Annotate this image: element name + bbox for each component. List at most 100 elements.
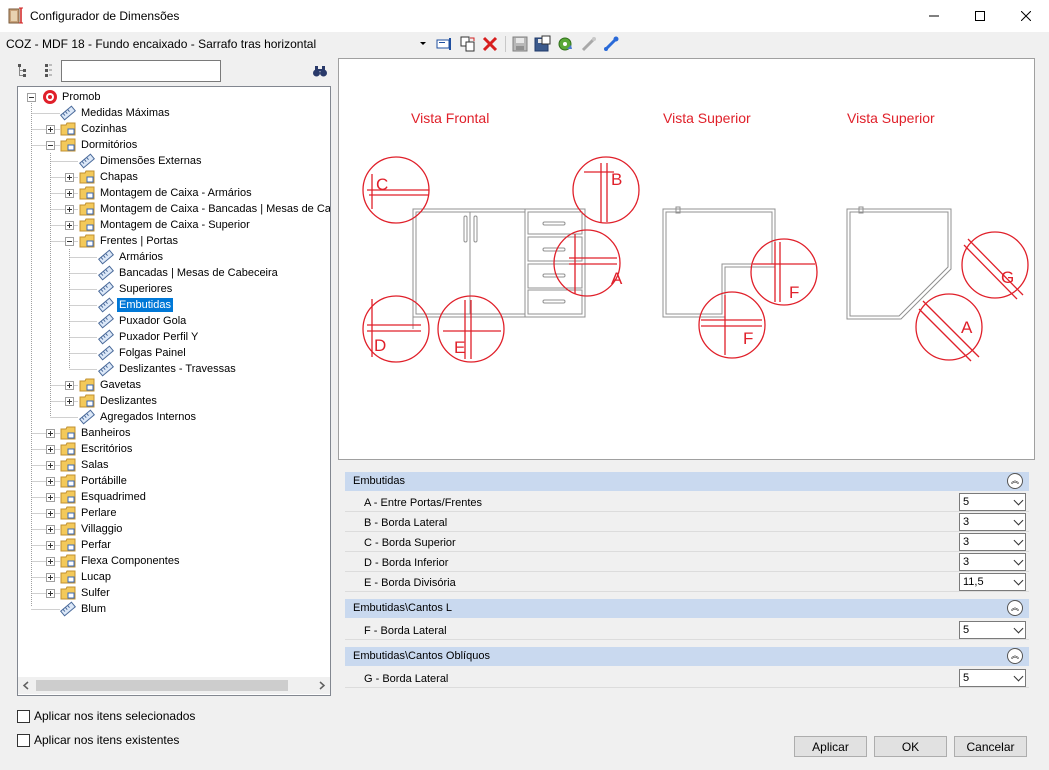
expand-toggle-icon[interactable] [46, 445, 55, 454]
expand-toggle-icon[interactable] [46, 557, 55, 566]
tree-item-medidas-maximas[interactable]: Medidas Máximas [18, 105, 328, 121]
config-select[interactable]: COZ - MDF 18 - Fundo encaixado - Sarrafo… [6, 37, 316, 51]
copy-icon[interactable] [459, 35, 477, 53]
tree-item-flexa-componentes[interactable]: Flexa Componentes [18, 553, 328, 569]
tree-item-cozinhas[interactable]: Cozinhas [18, 121, 328, 137]
tree-item-salas[interactable]: Salas [18, 457, 328, 473]
expand-toggle-icon[interactable] [46, 125, 55, 134]
chevron-left-icon[interactable] [22, 681, 30, 690]
tree-item-armarios[interactable]: Armários [18, 249, 328, 265]
expand-toggle-icon[interactable] [46, 429, 55, 438]
link-icon[interactable] [580, 35, 598, 53]
apply-selected-checkbox[interactable] [17, 710, 30, 723]
tree-item-esquadrimed[interactable]: Esquadrimed [18, 489, 328, 505]
tree-item-bancadas[interactable]: Bancadas | Mesas de Cabeceira [18, 265, 328, 281]
tree-item-escritorios[interactable]: Escritórios [18, 441, 328, 457]
save-icon[interactable] [511, 35, 529, 53]
collapse-toggle-icon[interactable] [27, 93, 36, 102]
chevron-down-icon[interactable] [1013, 575, 1024, 586]
expand-toggle-icon[interactable] [46, 589, 55, 598]
tree-item-montagem-armarios[interactable]: Montagem de Caixa - Armários [18, 185, 330, 201]
tree-item-lucap[interactable]: Lucap [18, 569, 328, 585]
tree-item-puxador-perfil-y[interactable]: Puxador Perfil Y [18, 329, 328, 345]
expand-toggle-icon[interactable] [46, 541, 55, 550]
expand-toggle-icon[interactable] [46, 461, 55, 470]
scrollbar-thumb[interactable] [36, 680, 288, 691]
category-embutidas[interactable]: Embutidas ︽ [345, 472, 1029, 491]
property-value-select[interactable]: 3 [959, 533, 1026, 551]
chevron-down-icon[interactable] [420, 42, 426, 45]
expand-toggle-icon[interactable] [46, 573, 55, 582]
tree-item-gavetas[interactable]: Gavetas [18, 377, 328, 393]
delete-icon[interactable] [481, 35, 499, 53]
chevron-right-icon[interactable] [318, 681, 326, 690]
close-button[interactable] [1003, 0, 1049, 31]
tree-item-folgas-painel[interactable]: Folgas Painel [18, 345, 328, 361]
tree-item-deslizantes[interactable]: Deslizantes [18, 393, 328, 409]
property-value-select[interactable]: 3 [959, 553, 1026, 571]
tree-item-banheiros[interactable]: Banheiros [18, 425, 328, 441]
tree-item-promob[interactable]: Promob [18, 89, 328, 105]
expand-toggle-icon[interactable] [65, 397, 74, 406]
tree-item-villaggio[interactable]: Villaggio [18, 521, 328, 537]
collapse-icon[interactable]: ︽ [1007, 648, 1023, 664]
tree-collapse-icon[interactable] [40, 63, 56, 79]
binoculars-icon[interactable] [312, 63, 328, 79]
expand-toggle-icon[interactable] [65, 205, 74, 214]
expand-toggle-icon[interactable] [65, 221, 74, 230]
category-cantos-obliquos[interactable]: Embutidas\Cantos Oblíquos ︽ [345, 647, 1029, 666]
chevron-down-icon[interactable] [1013, 535, 1024, 546]
link-blue-icon[interactable] [602, 35, 620, 53]
settings-icon[interactable] [556, 35, 574, 53]
chevron-down-icon[interactable] [1013, 623, 1024, 634]
apply-existing-checkbox[interactable] [17, 734, 30, 747]
tree-item-montagem-superior[interactable]: Montagem de Caixa - Superior [18, 217, 328, 233]
property-value-select[interactable]: 5 [959, 493, 1026, 511]
tree-item-dormitorios[interactable]: Dormitórios [18, 137, 328, 153]
expand-toggle-icon[interactable] [65, 189, 74, 198]
tree-item-perlare[interactable]: Perlare [18, 505, 328, 521]
tree-item-montagem-bancadas[interactable]: Montagem de Caixa - Bancadas | Mesas de … [18, 201, 330, 217]
tree-item-blum[interactable]: Blum [18, 601, 328, 617]
maximize-button[interactable] [957, 0, 1003, 31]
expand-toggle-icon[interactable] [46, 477, 55, 486]
tree-item-embutidas[interactable]: Embutidas [18, 297, 328, 313]
property-value-select[interactable]: 5 [959, 621, 1026, 639]
collapse-toggle-icon[interactable] [65, 237, 74, 246]
collapse-icon[interactable]: ︽ [1007, 473, 1023, 489]
save-as-icon[interactable] [533, 35, 551, 53]
chevron-down-icon[interactable] [1013, 555, 1024, 566]
tree-item-dimensoes-externas[interactable]: Dimensões Externas [18, 153, 328, 169]
expand-toggle-icon[interactable] [65, 173, 74, 182]
tree-item-agregados-internos[interactable]: Agregados Internos [18, 409, 328, 425]
tree-item-puxador-gola[interactable]: Puxador Gola [18, 313, 328, 329]
category-tree[interactable]: Promob Medidas Máximas Cozinhas Dormitór… [17, 86, 331, 696]
tree-item-portabille[interactable]: Portábille [18, 473, 328, 489]
chevron-down-icon[interactable] [1013, 671, 1024, 682]
tree-item-chapas[interactable]: Chapas [18, 169, 328, 185]
category-cantos-l[interactable]: Embutidas\Cantos L ︽ [345, 599, 1029, 618]
expand-toggle-icon[interactable] [46, 525, 55, 534]
cancel-button[interactable]: Cancelar [954, 736, 1027, 757]
apply-button[interactable]: Aplicar [794, 736, 867, 757]
expand-toggle-icon[interactable] [65, 381, 74, 390]
form-icon[interactable] [435, 35, 453, 53]
collapse-toggle-icon[interactable] [46, 141, 55, 150]
tree-item-frentes-portas[interactable]: Frentes | Portas [18, 233, 328, 249]
tree-expand-icon[interactable] [17, 63, 33, 79]
chevron-down-icon[interactable] [1013, 495, 1024, 506]
tree-item-sulfer[interactable]: Sulfer [18, 585, 328, 601]
tree-horizontal-scrollbar[interactable] [18, 677, 330, 694]
property-value-select[interactable]: 11,5 [959, 573, 1026, 591]
tree-item-superiores[interactable]: Superiores [18, 281, 328, 297]
property-value-select[interactable]: 5 [959, 669, 1026, 687]
expand-toggle-icon[interactable] [46, 509, 55, 518]
ok-button[interactable]: OK [874, 736, 947, 757]
minimize-button[interactable] [911, 0, 957, 31]
search-input[interactable] [61, 60, 221, 82]
property-value-select[interactable]: 3 [959, 513, 1026, 531]
tree-item-deslizantes-travessas[interactable]: Deslizantes - Travessas [18, 361, 328, 377]
chevron-down-icon[interactable] [1013, 515, 1024, 526]
expand-toggle-icon[interactable] [46, 493, 55, 502]
tree-item-perfar[interactable]: Perfar [18, 537, 328, 553]
